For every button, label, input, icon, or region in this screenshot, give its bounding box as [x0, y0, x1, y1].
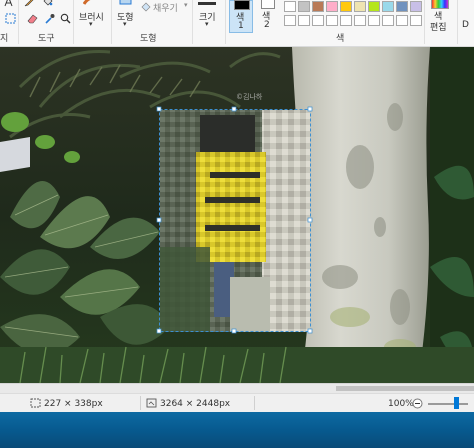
- text-tool-icon[interactable]: [3, 0, 14, 7]
- color-picker-icon[interactable]: [44, 13, 55, 24]
- palette-swatch[interactable]: [382, 15, 394, 26]
- palette-swatch[interactable]: [284, 1, 296, 12]
- fill-icon: [141, 1, 152, 12]
- selection-size-text: 227 × 338px: [44, 399, 103, 409]
- ribbon-separator: [73, 0, 74, 44]
- color2-label-line2: 2: [264, 20, 270, 30]
- ribbon-separator: [192, 0, 193, 44]
- shapes-button[interactable]: 도형 ▾: [114, 0, 138, 28]
- color2-button[interactable]: 색 2: [256, 0, 280, 33]
- fill-label: 채우기: [153, 4, 178, 14]
- color1-button[interactable]: 색 1: [229, 0, 253, 33]
- fill-dropdown[interactable]: 채우기 ▾: [141, 0, 188, 14]
- canvas[interactable]: ©김나하: [0, 47, 474, 383]
- brushes-button[interactable]: 브러시 ▾: [77, 0, 107, 28]
- brush-icon: [83, 0, 99, 5]
- zoom-level-text: 100%: [388, 399, 414, 409]
- ribbon-separator: [424, 0, 425, 44]
- zoom-out-button[interactable]: [412, 398, 423, 412]
- magnifier-icon[interactable]: [60, 13, 71, 24]
- ribbon: 지 도구 브러시 ▾ 도형 ▾ 채우기 ▾ 도형 크기 ▾ 색 1 색 2 색 …: [0, 0, 474, 47]
- status-bar: 227 × 338px 3264 × 2448px 100%: [0, 393, 474, 413]
- palette-swatch[interactable]: [410, 1, 422, 12]
- clipped-group-label: 지: [0, 34, 9, 44]
- palette-swatch[interactable]: [312, 15, 324, 26]
- pencil-icon[interactable]: [24, 0, 35, 7]
- size-button[interactable]: 크기 ▾: [196, 0, 220, 28]
- edit-colors-button[interactable]: 색 편집: [428, 0, 452, 33]
- zoom-slider-thumb[interactable]: [454, 397, 459, 409]
- horizontal-scrollbar[interactable]: [0, 383, 474, 393]
- clipped-3d-label: D: [462, 20, 469, 30]
- color1-label-line2: 1: [238, 21, 244, 31]
- color1-swatch: [234, 0, 250, 10]
- rainbow-icon: [431, 0, 449, 9]
- palette-swatch[interactable]: [354, 1, 366, 12]
- chevron-down-icon: ▾: [89, 20, 93, 28]
- shapes-icon: [119, 0, 132, 5]
- shapes-group-label: 도형: [140, 34, 157, 44]
- watermark-text: ©김나하: [236, 92, 263, 101]
- status-separator: [140, 396, 141, 410]
- palette-swatch[interactable]: [396, 1, 408, 12]
- colors-group-label: 색: [336, 34, 345, 44]
- eraser-icon[interactable]: [27, 13, 38, 24]
- palette-swatch[interactable]: [368, 1, 380, 12]
- palette-swatch[interactable]: [284, 15, 296, 26]
- image-size-text: 3264 × 2448px: [160, 399, 231, 409]
- palette-swatch[interactable]: [396, 15, 408, 26]
- taskbar: [0, 412, 474, 448]
- palette-swatch[interactable]: [298, 15, 310, 26]
- ribbon-separator: [457, 0, 458, 44]
- palette-swatch[interactable]: [410, 15, 422, 26]
- chevron-down-icon: ▾: [205, 20, 209, 28]
- zoom-slider-track[interactable]: [428, 403, 468, 405]
- palette-swatch[interactable]: [312, 1, 324, 12]
- status-separator: [254, 396, 255, 410]
- edit-colors-label-line2: 편집: [430, 23, 447, 33]
- tools-group-label: 도구: [38, 34, 55, 44]
- select-icon[interactable]: [5, 13, 16, 24]
- color2-swatch: [261, 0, 275, 9]
- palette-swatch[interactable]: [354, 15, 366, 26]
- palette-swatch[interactable]: [368, 15, 380, 26]
- palette-swatch[interactable]: [340, 15, 352, 26]
- selection-size-icon: [30, 398, 41, 411]
- chevron-down-icon: ▾: [184, 1, 188, 9]
- image-size-icon: [146, 398, 157, 411]
- palette-swatch[interactable]: [340, 1, 352, 12]
- chevron-down-icon: ▾: [123, 20, 127, 28]
- photo-image: ©김나하: [0, 47, 474, 383]
- scrollbar-thumb[interactable]: [336, 386, 474, 391]
- ribbon-separator: [225, 0, 226, 44]
- palette-swatch[interactable]: [382, 1, 394, 12]
- ribbon-separator: [18, 0, 19, 44]
- palette-swatch[interactable]: [326, 1, 338, 12]
- palette-swatch[interactable]: [298, 1, 310, 12]
- ribbon-separator: [111, 0, 112, 44]
- fill-bucket-icon[interactable]: [42, 0, 53, 7]
- palette-swatch[interactable]: [326, 15, 338, 26]
- line-size-icon: [198, 0, 216, 5]
